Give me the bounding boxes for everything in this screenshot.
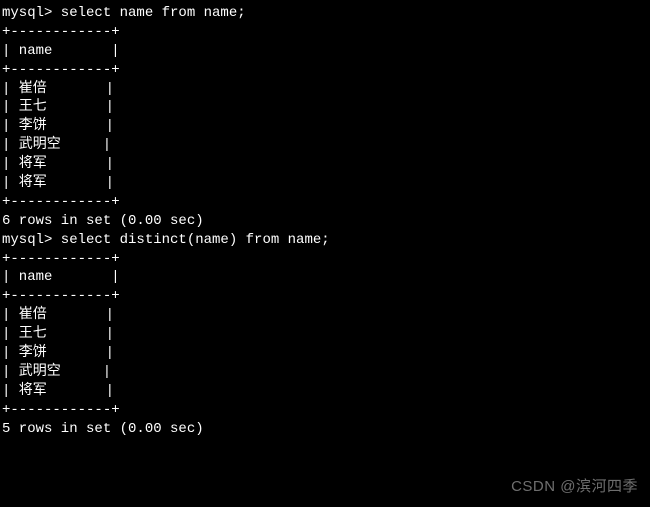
result-line: | name | [2, 268, 648, 287]
result-line: +------------+ [2, 193, 648, 212]
result-line: | 将军 | [2, 155, 648, 174]
summary-line: 6 rows in set (0.00 sec) [2, 212, 648, 231]
result-line: | 武明空 | [2, 136, 648, 155]
query-line: mysql> select distinct(name) from name; [2, 231, 648, 250]
result-line: | 将军 | [2, 382, 648, 401]
result-line: | 李饼 | [2, 117, 648, 136]
result-line: | name | [2, 42, 648, 61]
summary-line: 5 rows in set (0.00 sec) [2, 420, 648, 439]
result-line: | 武明空 | [2, 363, 648, 382]
result-line: +------------+ [2, 287, 648, 306]
result-line: | 崔倍 | [2, 306, 648, 325]
result-line: | 王七 | [2, 98, 648, 117]
result-line: +------------+ [2, 250, 648, 269]
watermark-text: CSDN @滨河四季 [511, 477, 638, 497]
result-line: | 李饼 | [2, 344, 648, 363]
result-line: | 将军 | [2, 174, 648, 193]
result-line: +------------+ [2, 23, 648, 42]
result-line: +------------+ [2, 61, 648, 80]
result-line: | 王七 | [2, 325, 648, 344]
query-line: mysql> select name from name; [2, 4, 648, 23]
terminal-output: mysql> select name from name;+----------… [2, 4, 648, 438]
result-line: | 崔倍 | [2, 80, 648, 99]
result-line: +------------+ [2, 401, 648, 420]
